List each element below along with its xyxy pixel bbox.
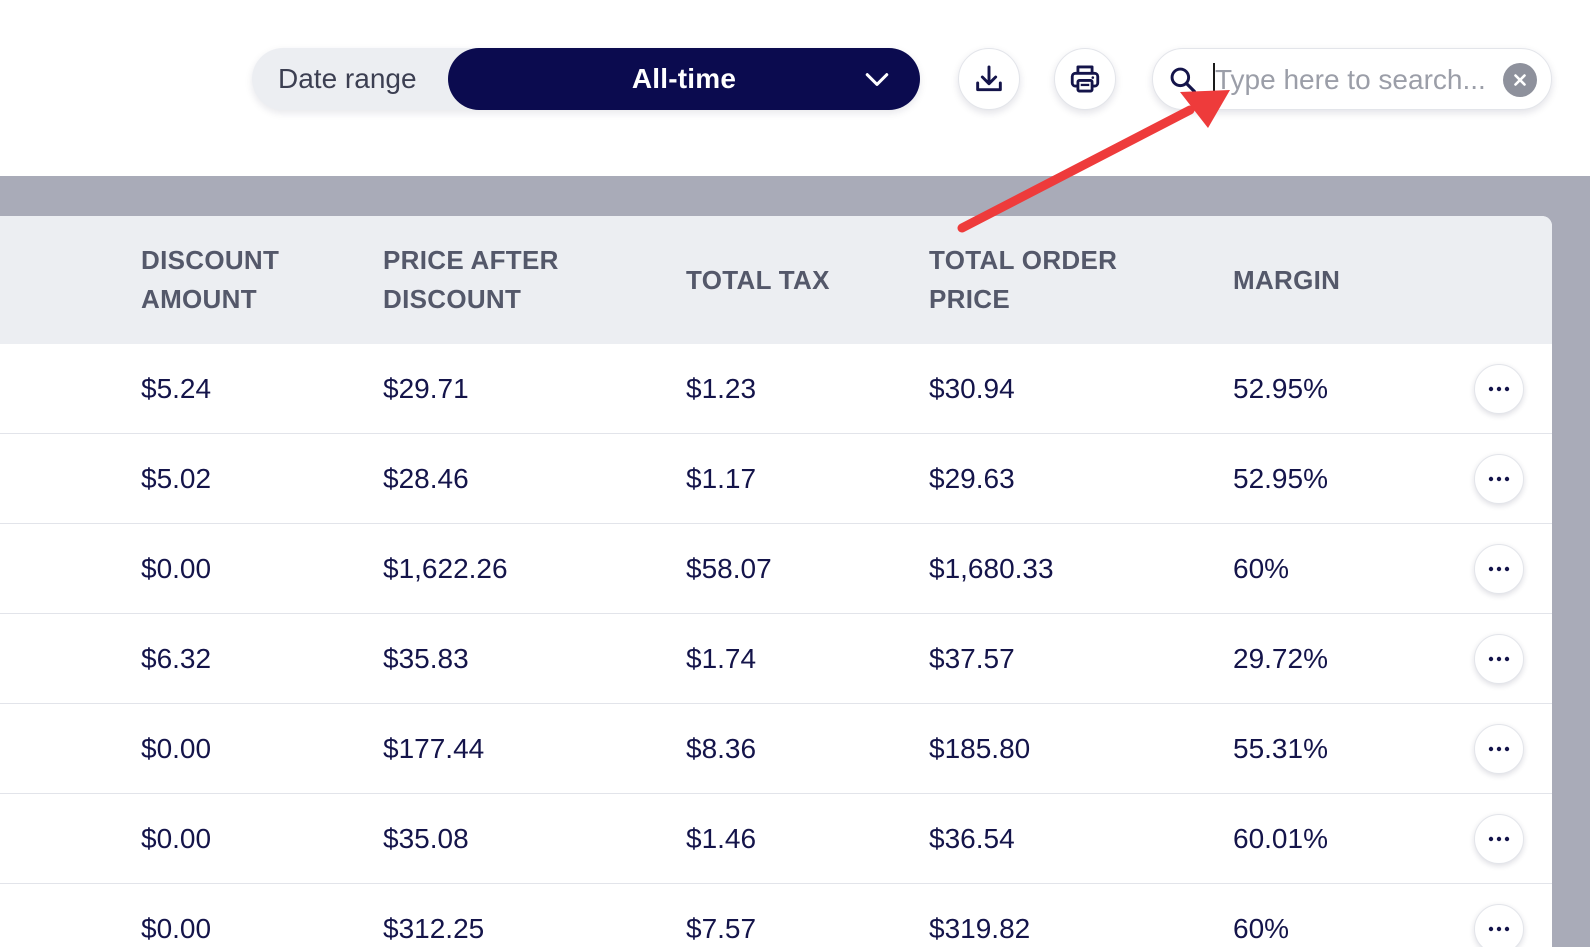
- column-header-margin[interactable]: MARGIN: [1233, 216, 1340, 344]
- table-row: $0.00 $312.25 $7.57 $319.82 60%: [0, 884, 1552, 947]
- cell-discount-amount: $0.00: [141, 913, 212, 944]
- cell-margin: 29.72%: [1233, 643, 1328, 674]
- cell-price-after-discount: $312.25: [383, 913, 485, 944]
- download-icon: [976, 65, 1002, 92]
- printer-icon: [1070, 65, 1100, 93]
- more-horizontal-icon: [1488, 926, 1510, 932]
- search-input[interactable]: [1215, 57, 1503, 103]
- cell-total-order-price: $1,680.33: [929, 553, 1054, 584]
- chevron-down-icon: [865, 73, 889, 86]
- cell-price-after-discount: $35.08: [383, 823, 469, 854]
- cell-price-after-discount: $29.71: [383, 373, 469, 404]
- more-horizontal-icon: [1488, 566, 1510, 572]
- column-header-discount-amount[interactable]: DISCOUNT AMOUNT: [141, 216, 279, 344]
- more-horizontal-icon: [1488, 656, 1510, 662]
- cell-total-tax: $1.74: [686, 643, 757, 674]
- download-button[interactable]: [958, 48, 1020, 110]
- more-horizontal-icon: [1488, 836, 1510, 842]
- close-icon: [1514, 74, 1526, 86]
- row-actions-button[interactable]: [1474, 724, 1524, 774]
- table-row: $5.02 $28.46 $1.17 $29.63 52.95%: [0, 434, 1552, 524]
- date-range-filter: Date range All-time: [252, 48, 920, 110]
- table-row: $0.00 $35.08 $1.46 $36.54 60.01%: [0, 794, 1552, 884]
- cell-margin: 52.95%: [1233, 463, 1328, 494]
- more-horizontal-icon: [1488, 476, 1510, 482]
- cell-total-order-price: $37.57: [929, 643, 1015, 674]
- cell-price-after-discount: $177.44: [383, 733, 485, 764]
- cell-margin: 55.31%: [1233, 733, 1328, 764]
- date-range-select[interactable]: All-time: [448, 48, 920, 110]
- date-range-label: Date range: [278, 63, 417, 94]
- cell-total-order-price: $29.63: [929, 463, 1015, 494]
- page: Date range All-time Type here to search.…: [0, 0, 1590, 947]
- search-box: [1152, 48, 1552, 110]
- cell-price-after-discount: $35.83: [383, 643, 469, 674]
- cell-total-tax: $58.07: [686, 553, 772, 584]
- more-horizontal-icon: [1488, 386, 1510, 392]
- cell-margin: 60%: [1233, 913, 1290, 944]
- cell-total-order-price: $319.82: [929, 913, 1031, 944]
- cell-total-tax: $1.17: [686, 463, 757, 494]
- row-actions-button[interactable]: [1474, 904, 1524, 947]
- cell-total-tax: $7.57: [686, 913, 757, 944]
- toolbar: Date range All-time: [0, 0, 1590, 176]
- row-actions-button[interactable]: [1474, 364, 1524, 414]
- cell-margin: 60.01%: [1233, 823, 1328, 854]
- cell-discount-amount: $5.02: [141, 463, 212, 494]
- table-row: $0.00 $1,622.26 $58.07 $1,680.33 60%: [0, 524, 1552, 614]
- row-actions-button[interactable]: [1474, 814, 1524, 864]
- clear-search-button[interactable]: [1503, 63, 1537, 97]
- search-icon: [1170, 67, 1196, 93]
- cell-price-after-discount: $1,622.26: [383, 553, 508, 584]
- cell-total-tax: $8.36: [686, 733, 757, 764]
- column-header-total-order-price[interactable]: TOTAL ORDER PRICE: [929, 216, 1117, 344]
- table-row: $0.00 $177.44 $8.36 $185.80 55.31%: [0, 704, 1552, 794]
- cell-price-after-discount: $28.46: [383, 463, 469, 494]
- orders-table: DISCOUNT AMOUNT PRICE AFTER DISCOUNT TOTAL…: [0, 216, 1552, 947]
- row-actions-button[interactable]: [1474, 454, 1524, 504]
- cell-total-order-price: $185.80: [929, 733, 1031, 764]
- column-header-price-after-discount[interactable]: PRICE AFTER DISCOUNT: [383, 216, 559, 344]
- cell-discount-amount: $6.32: [141, 643, 212, 674]
- more-horizontal-icon: [1488, 746, 1510, 752]
- print-button[interactable]: [1054, 48, 1116, 110]
- row-actions-button[interactable]: [1474, 634, 1524, 684]
- date-range-value: All-time: [631, 63, 737, 94]
- cell-total-tax: $1.23: [686, 373, 757, 404]
- cell-discount-amount: $0.00: [141, 733, 212, 764]
- cell-margin: 52.95%: [1233, 373, 1328, 404]
- cell-discount-amount: $0.00: [141, 823, 212, 854]
- table-row: $6.32 $35.83 $1.74 $37.57 29.72%: [0, 614, 1552, 704]
- cell-discount-amount: $5.24: [141, 373, 212, 404]
- cell-total-order-price: $36.54: [929, 823, 1015, 854]
- row-actions-button[interactable]: [1474, 544, 1524, 594]
- table-row: $5.24 $29.71 $1.23 $30.94 52.95%: [0, 344, 1552, 434]
- cell-total-tax: $1.46: [686, 823, 757, 854]
- cell-margin: 60%: [1233, 553, 1290, 584]
- cell-discount-amount: $0.00: [141, 553, 212, 584]
- cell-total-order-price: $30.94: [929, 373, 1015, 404]
- column-header-total-tax[interactable]: TOTAL TAX: [686, 216, 830, 344]
- table-header: DISCOUNT AMOUNT PRICE AFTER DISCOUNT TOTAL…: [0, 216, 1552, 344]
